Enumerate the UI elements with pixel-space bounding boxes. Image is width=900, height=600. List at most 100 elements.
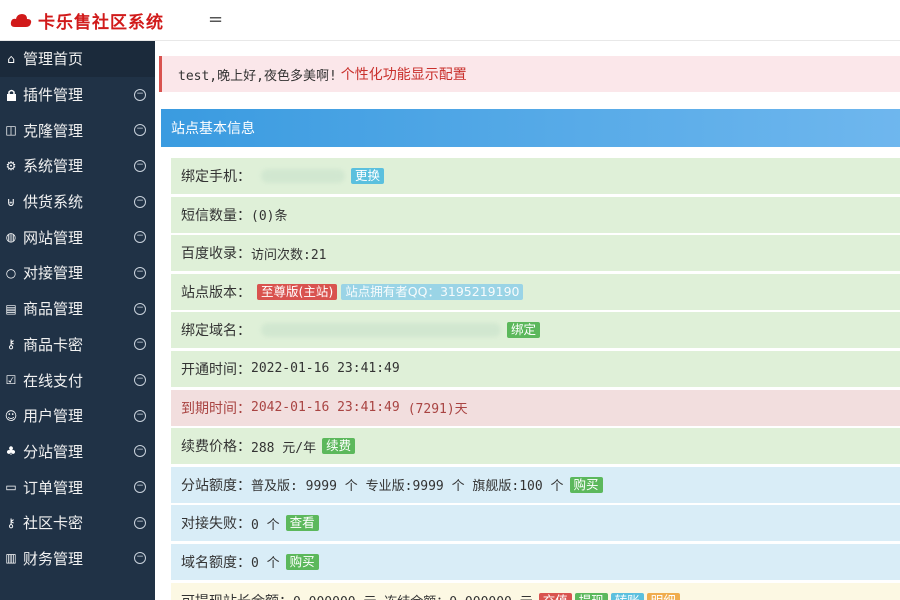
expand-icon: −	[134, 516, 146, 529]
chart-icon: ▥	[5, 551, 17, 566]
row-phone: 绑定手机： 更换	[171, 158, 900, 194]
open-time-value: 2022-01-16 23:41:49	[251, 361, 400, 377]
sidebar-item-label: 财务管理	[23, 549, 84, 568]
quota-label: 分站额度：	[181, 477, 251, 494]
expire-days: (7291)天	[407, 402, 468, 418]
gear-icon: ⚙	[5, 158, 17, 173]
baidu-label: 百度收录：	[181, 246, 251, 263]
dock-fail-value: 0 个	[251, 517, 280, 533]
domain-quota-value: 0 个	[251, 556, 280, 572]
sidebar-item-website[interactable]: ◍ 网站管理 −	[0, 219, 155, 255]
sidebar-item-supply[interactable]: ⊎ 供货系统 −	[0, 184, 155, 220]
box-icon: ▤	[5, 301, 17, 316]
cloud-logo-icon	[10, 14, 32, 27]
sidebar-item-label: 对接管理	[23, 264, 84, 283]
home-icon: ⌂	[7, 51, 15, 66]
sidebar-item-orders[interactable]: ▭ 订单管理 −	[0, 469, 155, 505]
sms-value: (0)条	[251, 209, 288, 225]
sidebar-item-products[interactable]: ▤ 商品管理 −	[0, 291, 155, 327]
sidebar-item-label: 供货系统	[23, 193, 84, 212]
row-version: 站点版本： 至尊版(主站) 站点拥有者QQ：3195219190	[171, 273, 900, 310]
row-expire-time: 到期时间： 2042-01-16 23:41:49 (7291)天	[171, 389, 900, 426]
sidebar-item-users[interactable]: ☺ 用户管理 −	[0, 398, 155, 434]
top-bar: 卡乐售社区系统 =	[0, 0, 900, 41]
quota-value: 普及版: 9999 个 专业版:9999 个 旗舰版:100 个	[251, 479, 564, 495]
baidu-value: 访问次数:21	[251, 247, 327, 263]
expire-time-label: 到期时间：	[181, 400, 251, 417]
sidebar-item-finance[interactable]: ▥ 财务管理 −	[0, 541, 155, 577]
sidebar-item-label: 在线支付	[23, 371, 84, 390]
details-button[interactable]: 明细	[646, 592, 680, 600]
sidebar-item-label: 分站管理	[23, 442, 84, 461]
expire-time-value: 2042-01-16 23:41:49	[251, 400, 400, 416]
sidebar-item-community-cards[interactable]: ⚷ 社区卡密 −	[0, 505, 155, 541]
expand-icon: −	[134, 88, 146, 101]
sidebar-item-clone[interactable]: ◫ 克隆管理 −	[0, 112, 155, 148]
transfer-button[interactable]: 转账	[610, 592, 644, 600]
user-icon: ☺	[4, 408, 18, 423]
sidebar-item-label: 商品卡密	[23, 335, 84, 354]
sidebar: ⌂ 管理首页 插件管理 − ◫ 克隆管理 − ⚙ 系统管理 − ⊎ 供货系统 −…	[0, 41, 155, 600]
sidebar-item-label: 用户管理	[23, 407, 84, 426]
sidebar-item-label: 商品管理	[23, 300, 84, 319]
site-info-list: 绑定手机： 更换 短信数量： (0)条 百度收录： 访问次数:21 站点版本： …	[171, 158, 900, 600]
change-phone-button[interactable]: 更换	[351, 168, 385, 184]
panel-title: 站点基本信息	[171, 121, 255, 137]
row-domain-quota: 域名额度： 0 个 购买	[171, 543, 900, 580]
buy-domain-quota-button[interactable]: 购买	[285, 553, 319, 570]
renew-button[interactable]: 续费	[322, 438, 356, 455]
expand-icon: −	[134, 445, 146, 458]
expand-icon: −	[134, 481, 146, 494]
domain-quota-label: 域名额度：	[181, 554, 251, 571]
recharge-button[interactable]: 充值	[538, 592, 572, 600]
bind-domain-button[interactable]: 绑定	[507, 322, 541, 339]
withdraw-button[interactable]: 提现	[574, 592, 608, 600]
sidebar-item-label: 网站管理	[23, 228, 84, 247]
sidebar-item-product-cards[interactable]: ⚷ 商品卡密 −	[0, 327, 155, 363]
sidebar-item-label: 系统管理	[23, 157, 84, 176]
payment-icon: ☑	[5, 373, 17, 388]
app-title: 卡乐售社区系统	[38, 12, 164, 33]
expand-icon: −	[134, 374, 146, 387]
renew-value: 288 元/年	[251, 440, 317, 456]
sidebar-item-label: 订单管理	[23, 478, 84, 497]
row-domain: 绑定域名： 绑定	[171, 312, 900, 349]
sidebar-item-substations[interactable]: ♣ 分站管理 −	[0, 434, 155, 470]
owner-qq-badge: 站点拥有者QQ：3195219190	[341, 283, 524, 300]
lock-icon	[4, 88, 18, 102]
sidebar-item-label: 克隆管理	[23, 121, 84, 140]
domain-redacted	[261, 323, 501, 338]
row-renew: 续费价格： 288 元/年 续费	[171, 428, 900, 465]
sidebar-item-docking[interactable]: ○ 对接管理 −	[0, 255, 155, 291]
phone-redacted	[261, 169, 345, 183]
sidebar-item-label: 管理首页	[23, 50, 84, 69]
main-content: test,晚上好,夜色多美啊! 个性化功能显示配置 站点基本信息 绑定手机： 更…	[155, 41, 900, 600]
key-icon: ⚷	[6, 515, 16, 530]
expand-icon: −	[134, 195, 146, 208]
sidebar-item-system[interactable]: ⚙ 系统管理 −	[0, 148, 155, 184]
renew-label: 续费价格：	[181, 439, 251, 456]
sidebar-item-home[interactable]: ⌂ 管理首页	[0, 41, 155, 77]
sidebar-item-plugins[interactable]: 插件管理 −	[0, 77, 155, 113]
buy-quota-button[interactable]: 购买	[569, 476, 603, 493]
view-dock-fail-button[interactable]: 查看	[285, 515, 319, 532]
brand[interactable]: 卡乐售社区系统	[10, 8, 164, 33]
balance-label: 可提现站长余额：	[181, 591, 293, 600]
personalize-config-link[interactable]: 个性化功能显示配置	[341, 64, 467, 84]
expand-icon: −	[134, 409, 146, 422]
clone-icon: ◫	[5, 123, 17, 138]
row-open-time: 开通时间： 2022-01-16 23:41:49	[171, 350, 900, 387]
domain-label: 绑定域名：	[181, 323, 251, 340]
sidebar-item-label: 插件管理	[23, 86, 84, 105]
row-quota: 分站额度： 普及版: 9999 个 专业版:9999 个 旗舰版:100 个 购…	[171, 466, 900, 503]
circle-icon: ○	[5, 265, 17, 280]
row-baidu: 百度收录： 访问次数:21	[171, 235, 900, 272]
version-label: 站点版本：	[181, 284, 251, 301]
sitemap-icon: ♣	[5, 444, 17, 459]
globe-icon: ◍	[5, 230, 17, 245]
sidebar-item-payment[interactable]: ☑ 在线支付 −	[0, 362, 155, 398]
row-dock-fail: 对接失败： 0 个 查看	[171, 505, 900, 542]
balance-value: 0.000000 元 冻结余额：0.000000 元	[293, 591, 533, 600]
greeting-alert: test,晚上好,夜色多美啊! 个性化功能显示配置	[159, 56, 900, 92]
menu-toggle-button[interactable]: =	[208, 9, 223, 30]
